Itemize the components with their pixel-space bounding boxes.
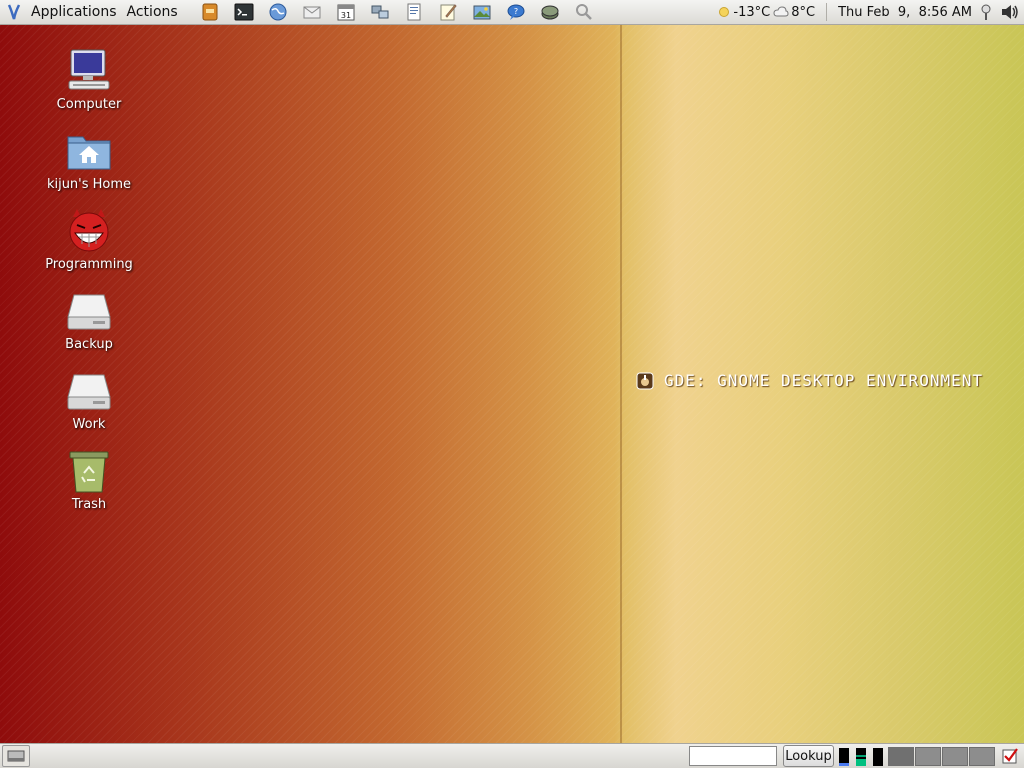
calendar-icon[interactable]: 31 <box>335 2 357 22</box>
desktop-icon-computer[interactable]: Computer <box>39 47 139 112</box>
window-app-icon <box>636 372 654 390</box>
archive-icon[interactable] <box>199 2 221 22</box>
desktop-icon-label: Computer <box>56 97 122 112</box>
network-icon[interactable] <box>975 3 997 21</box>
desktop-icon-label: Programming <box>45 257 133 272</box>
network-monitor[interactable] <box>873 748 883 766</box>
memory-usage-fill <box>856 759 866 766</box>
text-editor-icon[interactable] <box>403 2 425 22</box>
web-browser-icon[interactable] <box>267 2 289 22</box>
weather-applet[interactable]: -13°C 8°C <box>716 5 818 20</box>
desktop-icon-label: kijun's Home <box>46 177 132 192</box>
clock[interactable]: Thu Feb 9, 8:56 AM <box>835 5 975 20</box>
window-title: GDE: GNOME DESKTOP ENVIRONMENT <box>664 371 983 390</box>
file-manager-icon[interactable] <box>369 2 391 22</box>
desktop-icon-home[interactable]: kijun's Home <box>39 127 139 192</box>
trash-icon <box>65 447 113 495</box>
desktop-icon-backup[interactable]: Backup <box>39 287 139 352</box>
forecast-temperature: 8°C <box>791 4 816 20</box>
actions-menu[interactable]: Actions <box>122 4 183 20</box>
gde-window-item[interactable]: GDE: GNOME DESKTOP ENVIRONMENT <box>636 371 983 390</box>
cloud-icon <box>773 6 789 18</box>
image-viewer-icon[interactable] <box>471 2 493 22</box>
computer-icon <box>65 47 113 95</box>
notification-check-icon[interactable] <box>1001 747 1019 765</box>
desktop-icon-label: Trash <box>71 497 107 512</box>
sun-icon <box>719 7 730 17</box>
mail-icon[interactable] <box>301 2 323 22</box>
svg-text:?: ? <box>514 7 518 16</box>
devil-face-icon <box>65 207 113 255</box>
volume-icon[interactable] <box>997 3 1024 21</box>
workspace-3[interactable] <box>942 747 968 766</box>
drive-icon <box>65 367 113 415</box>
system-tray: -13°C 8°C Thu Feb 9, 8:56 AM <box>716 0 1024 25</box>
applications-menu[interactable]: Applications <box>26 4 122 20</box>
chat-icon[interactable]: ? <box>505 2 527 22</box>
workspace-1[interactable] <box>888 747 914 766</box>
cpu-monitor[interactable] <box>839 748 849 766</box>
desktop-icon-label: Backup <box>65 337 113 352</box>
drive-icon <box>65 287 113 335</box>
memory-monitor[interactable] <box>856 748 866 766</box>
panel-separator <box>826 3 828 21</box>
cpu-load-fill <box>839 763 849 766</box>
show-desktop-icon <box>7 750 25 762</box>
terminal-icon[interactable] <box>233 2 255 22</box>
gnome-foot-icon[interactable] <box>6 3 22 21</box>
home-folder-icon <box>65 127 113 175</box>
lookup-button[interactable]: Lookup <box>783 745 834 767</box>
desktop-icon-label: Work <box>72 417 106 432</box>
memory-cache-fill <box>856 755 866 757</box>
workspace-4[interactable] <box>969 747 995 766</box>
desktop-icon-work[interactable]: Work <box>39 367 139 432</box>
calendar-day-label: 31 <box>341 11 351 20</box>
dictionary-lookup-input[interactable] <box>689 746 777 766</box>
notepad-icon[interactable] <box>437 2 459 22</box>
backup-icon[interactable] <box>539 2 561 22</box>
bottom-panel: Lookup <box>0 743 1024 768</box>
desktop-icon-trash[interactable]: Trash <box>39 447 139 512</box>
workspace-2[interactable] <box>915 747 941 766</box>
desktop-icon-programming[interactable]: Programming <box>39 207 139 272</box>
current-temperature: -13°C <box>733 4 771 20</box>
top-panel: Applications Actions 31 ? -13°C 8°C Thu … <box>0 0 1024 25</box>
search-icon[interactable] <box>573 2 595 22</box>
show-desktop-button[interactable] <box>2 745 30 767</box>
